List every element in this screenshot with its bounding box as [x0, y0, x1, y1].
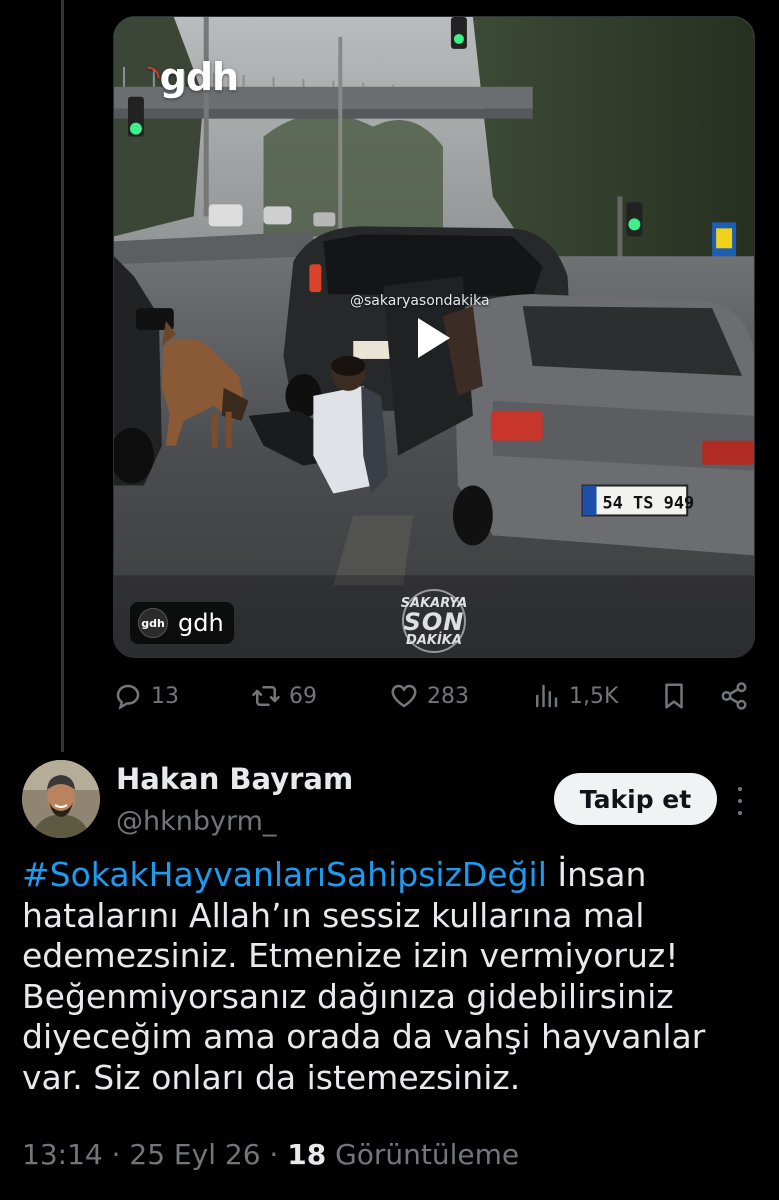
tweet-time[interactable]: 13:14 [22, 1138, 103, 1171]
sakarya-son-dakika-logo: SAKARYA SON DAKİKA [394, 587, 474, 657]
tweet-text: #SokakHayvanlarıSahipsizDeğil İnsan hata… [22, 855, 757, 1099]
repost-count: 69 [289, 683, 317, 709]
view-label: Görüntüleme [326, 1138, 520, 1171]
share-icon [721, 682, 747, 710]
gdh-logo: ◝gdh [148, 55, 239, 99]
tweet-line: hatalarını Allah’ın sessiz kullarına mal [22, 895, 645, 935]
more-options-icon[interactable] [733, 783, 747, 819]
source-logo: gdh [138, 608, 168, 638]
source-label: gdh [178, 609, 224, 637]
video-player[interactable]: 54 TS 949 ◝gdh @sakaryasondakika gdh gdh… [113, 16, 755, 658]
tweet-line: Beğenmiyorsanız dağınıza gidebilirsiniz [22, 976, 674, 1016]
display-name[interactable]: Hakan Bayram [116, 762, 353, 796]
tweet-line: var. Siz onları da istemezsiniz. [22, 1057, 521, 1097]
reply-icon [116, 684, 140, 710]
thread-connector-line [61, 0, 64, 752]
avatar[interactable] [22, 760, 100, 838]
repost-icon [252, 686, 280, 706]
gdh-logo-text: gdh [159, 55, 239, 99]
tweet-page: 54 TS 949 ◝gdh @sakaryasondakika gdh gdh… [0, 0, 779, 1200]
tweet-line: diyeceğim ama orada da vahşi hayvanlar [22, 1017, 706, 1057]
like-button[interactable]: 283 [389, 681, 469, 711]
meta-separator: · [260, 1138, 288, 1171]
bookmark-icon [665, 683, 683, 709]
avatar-image [22, 760, 100, 838]
more-dot [738, 811, 742, 815]
meta-separator: · [102, 1138, 130, 1171]
logo-ring [402, 589, 466, 653]
tweet-action-bar: 13 69 283 1,5K [113, 676, 763, 716]
tweet-date[interactable]: 25 Eyl 26 [129, 1138, 260, 1171]
more-dot [738, 787, 742, 791]
tweet-line: #SokakHayvanlarıSahipsizDeğil İnsan [22, 855, 757, 896]
tweet-line: edemezsiniz. Etmenize izin vermiyoruz! [22, 936, 679, 976]
gdh-swoosh-icon: ◝ [148, 59, 160, 94]
svg-text:54 TS 949: 54 TS 949 [602, 492, 694, 512]
hashtag-link[interactable]: #SokakHayvanlarıSahipsizDeğil [22, 855, 547, 894]
reply-count: 13 [151, 683, 179, 709]
views-count: 1,5K [569, 683, 619, 709]
more-dot [738, 799, 742, 803]
reply-button[interactable]: 13 [113, 681, 179, 711]
video-source-badge[interactable]: gdh gdh [130, 602, 234, 644]
analytics-icon [536, 684, 558, 708]
bookmark-button[interactable] [659, 681, 689, 711]
play-icon[interactable] [394, 302, 466, 374]
like-count: 283 [427, 683, 469, 709]
share-button[interactable] [719, 681, 749, 711]
views-button[interactable]: 1,5K [531, 681, 618, 711]
tweet-meta: 13:14 · 25 Eyl 26 · 18 Görüntüleme [22, 1138, 519, 1171]
tweet-line-1-text: İnsan [546, 855, 647, 894]
user-handle[interactable]: @hknbyrm_ [116, 806, 276, 837]
follow-button[interactable]: Takip et [554, 773, 717, 825]
view-count: 18 [287, 1138, 327, 1171]
repost-button[interactable]: 69 [251, 681, 317, 711]
heart-icon [391, 684, 417, 708]
